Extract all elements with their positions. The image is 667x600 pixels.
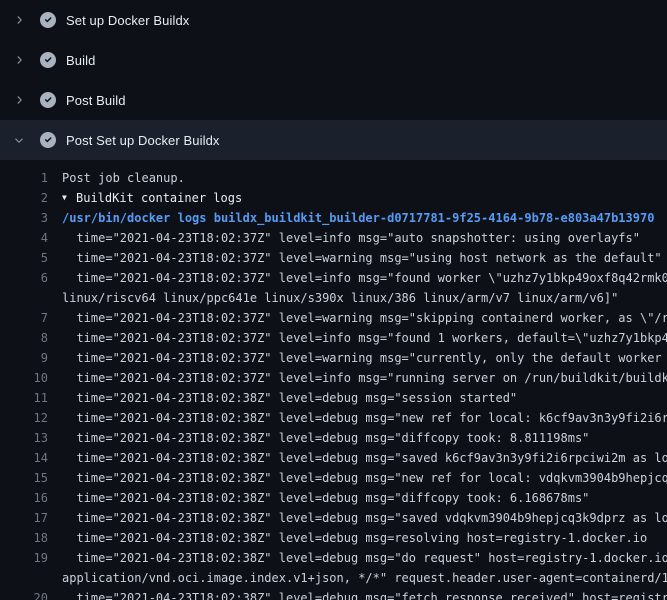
log-row: linux/riscv64 linux/ppc641e linux/s390x … bbox=[0, 288, 667, 308]
section-header[interactable]: Build bbox=[0, 40, 667, 80]
log-row: 19 time="2021-04-23T18:02:38Z" level=deb… bbox=[0, 548, 667, 568]
log-text: time="2021-04-23T18:02:37Z" level=info m… bbox=[62, 228, 667, 248]
section-label: Post Set up Docker Buildx bbox=[66, 133, 220, 148]
line-number[interactable]: 19 bbox=[0, 548, 48, 568]
log-text: time="2021-04-23T18:02:37Z" level=warnin… bbox=[62, 248, 667, 268]
log-text: time="2021-04-23T18:02:38Z" level=debug … bbox=[62, 448, 667, 468]
chevron-right-icon bbox=[13, 12, 31, 28]
log-row: 12 time="2021-04-23T18:02:38Z" level=deb… bbox=[0, 408, 667, 428]
line-number[interactable]: 6 bbox=[0, 268, 48, 288]
line-number[interactable]: 16 bbox=[0, 488, 48, 508]
log-row: 3 /usr/bin/docker logs buildx_buildkit_b… bbox=[0, 208, 667, 228]
log-row: 4 time="2021-04-23T18:02:37Z" level=info… bbox=[0, 228, 667, 248]
log-text: time="2021-04-23T18:02:38Z" level=debug … bbox=[62, 528, 667, 548]
line-number[interactable]: 10 bbox=[0, 368, 48, 388]
check-circle-icon bbox=[40, 52, 56, 68]
log-row: 13 time="2021-04-23T18:02:38Z" level=deb… bbox=[0, 428, 667, 448]
log-row: 8 time="2021-04-23T18:02:37Z" level=info… bbox=[0, 328, 667, 348]
log-text: time="2021-04-23T18:02:38Z" level=debug … bbox=[62, 548, 667, 568]
log-text: application/vnd.oci.image.index.v1+json,… bbox=[62, 568, 667, 588]
log-text: time="2021-04-23T18:02:38Z" level=debug … bbox=[62, 508, 667, 528]
section-header[interactable]: Post Set up Docker Buildx bbox=[0, 120, 667, 160]
check-circle-icon bbox=[40, 132, 56, 148]
line-number[interactable]: 15 bbox=[0, 468, 48, 488]
line-number[interactable]: 5 bbox=[0, 248, 48, 268]
check-circle-icon bbox=[40, 92, 56, 108]
log-text: Post job cleanup. bbox=[62, 168, 667, 188]
chevron-down-icon bbox=[13, 132, 31, 148]
log-text: time="2021-04-23T18:02:38Z" level=debug … bbox=[62, 408, 667, 428]
log-text: time="2021-04-23T18:02:38Z" level=debug … bbox=[62, 588, 667, 600]
line-number[interactable]: 7 bbox=[0, 308, 48, 328]
line-number[interactable] bbox=[0, 288, 48, 308]
log-row: 9 time="2021-04-23T18:02:37Z" level=warn… bbox=[0, 348, 667, 368]
log-row: 15 time="2021-04-23T18:02:38Z" level=deb… bbox=[0, 468, 667, 488]
log-text: time="2021-04-23T18:02:37Z" level=warnin… bbox=[62, 348, 667, 368]
log-text: time="2021-04-23T18:02:38Z" level=debug … bbox=[62, 428, 667, 448]
line-number[interactable]: 20 bbox=[0, 588, 48, 600]
line-number[interactable]: 14 bbox=[0, 448, 48, 468]
section-header[interactable]: Post Build bbox=[0, 80, 667, 120]
section-label: Post Build bbox=[66, 93, 126, 108]
section-label: Build bbox=[66, 53, 95, 68]
log-text: BuildKit container logs bbox=[76, 188, 667, 208]
chevron-right-icon bbox=[13, 92, 31, 108]
check-circle-icon bbox=[40, 12, 56, 28]
log-text: time="2021-04-23T18:02:38Z" level=debug … bbox=[62, 468, 667, 488]
line-number[interactable]: 17 bbox=[0, 508, 48, 528]
line-number[interactable]: 4 bbox=[0, 228, 48, 248]
line-number[interactable]: 13 bbox=[0, 428, 48, 448]
log-row: 11 time="2021-04-23T18:02:38Z" level=deb… bbox=[0, 388, 667, 408]
line-number[interactable]: 3 bbox=[0, 208, 48, 228]
log-row[interactable]: 2 ▼ BuildKit container logs bbox=[0, 188, 667, 208]
log-row: application/vnd.oci.image.index.v1+json,… bbox=[0, 568, 667, 588]
log-text: time="2021-04-23T18:02:38Z" level=debug … bbox=[62, 388, 667, 408]
log-text: time="2021-04-23T18:02:37Z" level=warnin… bbox=[62, 308, 667, 328]
log-row: 17 time="2021-04-23T18:02:38Z" level=deb… bbox=[0, 508, 667, 528]
log-text: time="2021-04-23T18:02:37Z" level=info m… bbox=[62, 268, 667, 288]
log-row: 1 Post job cleanup. bbox=[0, 168, 667, 188]
log-text: time="2021-04-23T18:02:37Z" level=info m… bbox=[62, 368, 667, 388]
log-text: /usr/bin/docker logs buildx_buildkit_bui… bbox=[62, 208, 667, 228]
log-row: 6 time="2021-04-23T18:02:37Z" level=info… bbox=[0, 268, 667, 288]
line-number[interactable]: 9 bbox=[0, 348, 48, 368]
log-row: 5 time="2021-04-23T18:02:37Z" level=warn… bbox=[0, 248, 667, 268]
line-number[interactable]: 12 bbox=[0, 408, 48, 428]
line-number[interactable] bbox=[0, 568, 48, 588]
log-row: 14 time="2021-04-23T18:02:38Z" level=deb… bbox=[0, 448, 667, 468]
log-area: 1 Post job cleanup. 2 ▼ BuildKit contain… bbox=[0, 160, 667, 600]
log-row: 20 time="2021-04-23T18:02:38Z" level=deb… bbox=[0, 588, 667, 600]
caret-down-icon: ▼ bbox=[62, 188, 76, 208]
log-row: 16 time="2021-04-23T18:02:38Z" level=deb… bbox=[0, 488, 667, 508]
section-label: Set up Docker Buildx bbox=[66, 13, 189, 28]
log-row: 10 time="2021-04-23T18:02:37Z" level=inf… bbox=[0, 368, 667, 388]
steps-list: Set up Docker Buildx Build bbox=[0, 0, 667, 160]
log-text: time="2021-04-23T18:02:38Z" level=debug … bbox=[62, 488, 667, 508]
log-row: 7 time="2021-04-23T18:02:37Z" level=warn… bbox=[0, 308, 667, 328]
line-number[interactable]: 8 bbox=[0, 328, 48, 348]
actions-log-viewer: Set up Docker Buildx Build bbox=[0, 0, 667, 600]
line-number[interactable]: 2 bbox=[0, 188, 48, 208]
line-number[interactable]: 18 bbox=[0, 528, 48, 548]
log-text: time="2021-04-23T18:02:37Z" level=info m… bbox=[62, 328, 667, 348]
log-row: 18 time="2021-04-23T18:02:38Z" level=deb… bbox=[0, 528, 667, 548]
log-text: linux/riscv64 linux/ppc641e linux/s390x … bbox=[62, 288, 667, 308]
line-number[interactable]: 11 bbox=[0, 388, 48, 408]
line-number[interactable]: 1 bbox=[0, 168, 48, 188]
section-header[interactable]: Set up Docker Buildx bbox=[0, 0, 667, 40]
chevron-right-icon bbox=[13, 52, 31, 68]
